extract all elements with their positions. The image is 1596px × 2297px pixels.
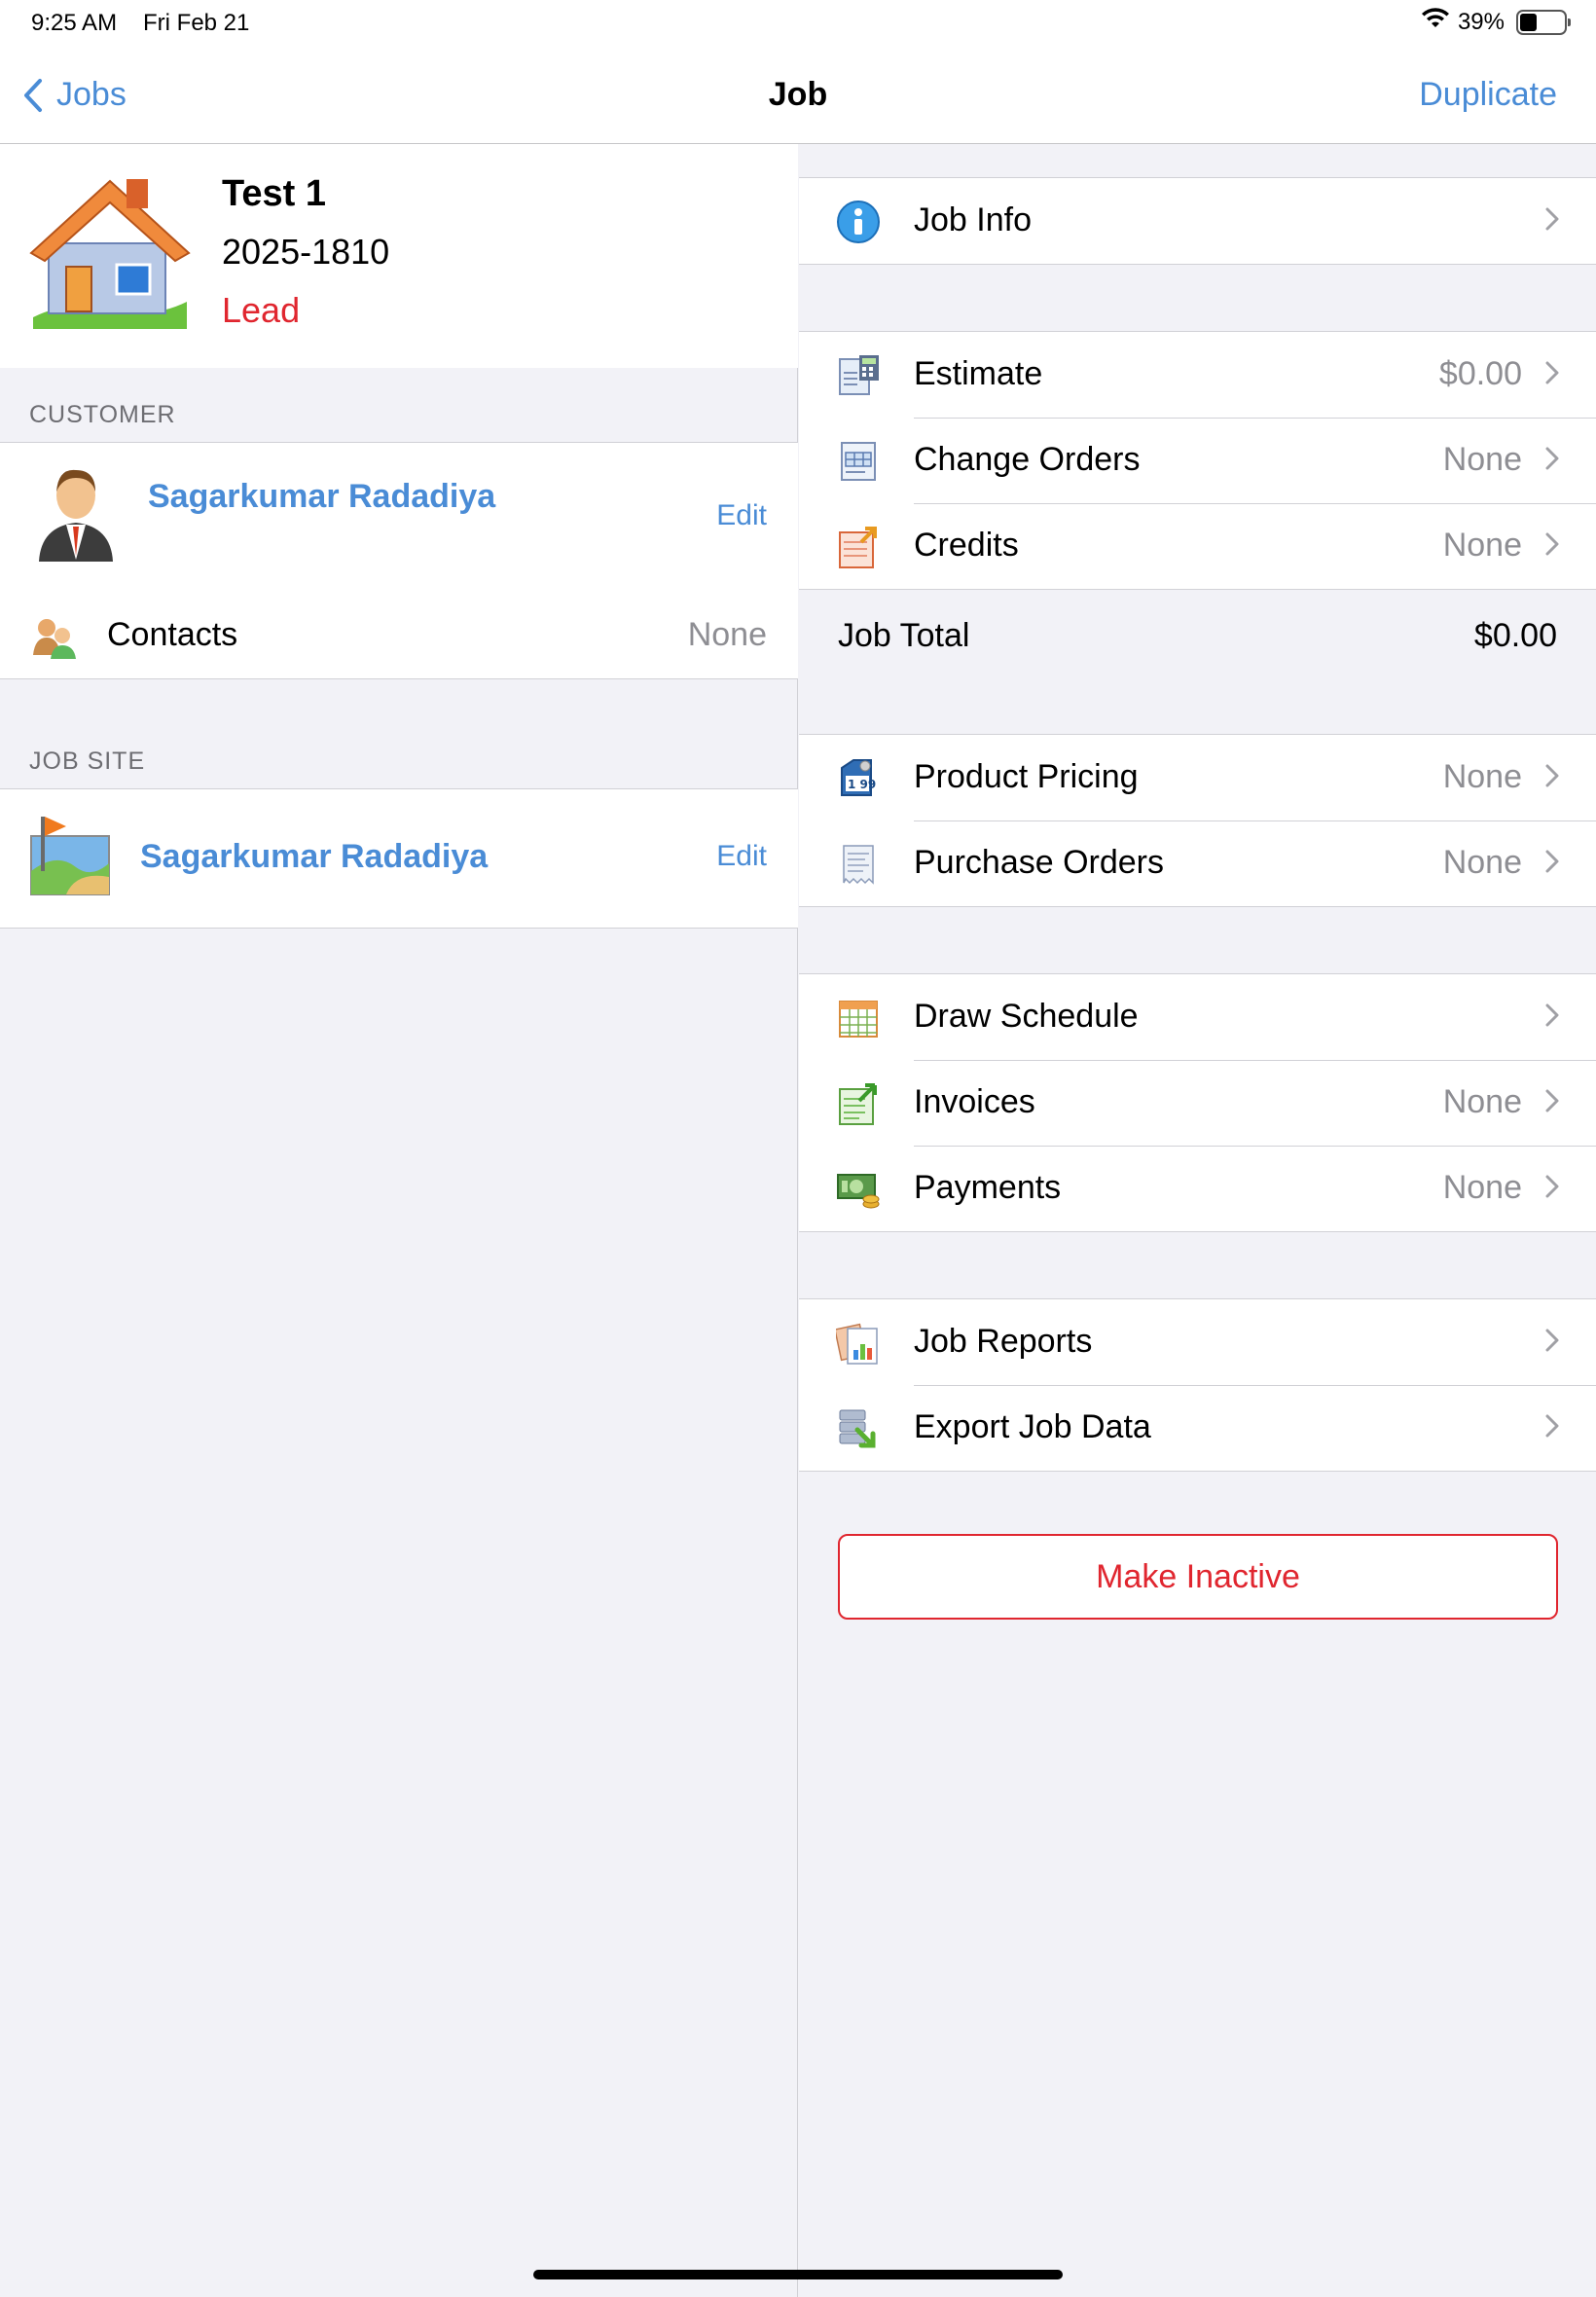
contacts-value: None — [687, 616, 767, 653]
house-icon — [29, 173, 191, 334]
purchase-orders-value: None — [1442, 844, 1522, 881]
customer-edit-button[interactable]: Edit — [716, 499, 767, 532]
chevron-right-icon — [1545, 1003, 1559, 1027]
chevron-right-icon — [1545, 447, 1559, 470]
chevron-right-icon — [1545, 764, 1559, 787]
job-title: Test 1 — [222, 173, 327, 214]
credits-value: None — [1442, 527, 1522, 564]
job-site-group: Sagarkumar Radadiya Edit — [0, 788, 798, 929]
contacts-icon — [31, 614, 78, 664]
status-bar: 9:25 AM Fri Feb 21 39% — [0, 0, 1596, 49]
chevron-right-icon — [1545, 1329, 1559, 1352]
job-site-section-label: JOB SITE — [29, 747, 146, 775]
receipt-icon — [843, 845, 874, 885]
page-title: Job — [768, 76, 828, 113]
invoice-icon — [839, 1083, 877, 1125]
estimate-value: $0.00 — [1438, 355, 1522, 392]
svg-text:1 99: 1 99 — [848, 778, 876, 791]
calculator-icon — [839, 355, 879, 395]
chevron-right-icon — [1545, 361, 1559, 384]
status-time: 9:25 AM — [31, 10, 118, 36]
draw-schedule-label: Draw Schedule — [914, 998, 1139, 1035]
customer-avatar-icon — [35, 464, 117, 566]
estimate-group: Estimate $0.00 Change Orders None Credit… — [799, 331, 1596, 590]
battery-percent: 39% — [1457, 8, 1505, 35]
estimate-row[interactable]: Estimate $0.00 — [799, 332, 1596, 418]
credits-row[interactable]: Credits None — [799, 503, 1596, 589]
job-site-name[interactable]: Sagarkumar Radadiya — [140, 838, 488, 876]
reports-group: Job Reports Export Job Data — [799, 1298, 1596, 1472]
report-icon — [836, 1323, 878, 1365]
customer-name[interactable]: Sagarkumar Radadiya — [148, 478, 495, 516]
change-orders-row[interactable]: Change Orders None — [799, 418, 1596, 503]
customer-section-label: CUSTOMER — [29, 401, 176, 428]
job-status: Lead — [222, 290, 301, 330]
product-pricing-label: Product Pricing — [914, 758, 1139, 795]
right-pane: Job Info Estimate $0.00 Change Orders No… — [799, 144, 1596, 2297]
job-info-row[interactable]: Job Info — [799, 178, 1596, 264]
draw-schedule-row[interactable]: Draw Schedule — [799, 974, 1596, 1060]
chevron-right-icon — [1545, 207, 1559, 231]
change-orders-value: None — [1442, 441, 1522, 478]
job-site-edit-button[interactable]: Edit — [716, 840, 767, 873]
job-total-label: Job Total — [838, 617, 970, 654]
payments-value: None — [1442, 1169, 1522, 1206]
chevron-right-icon — [1545, 1414, 1559, 1438]
invoices-row[interactable]: Invoices None — [799, 1060, 1596, 1146]
job-reports-row[interactable]: Job Reports — [799, 1299, 1596, 1385]
chevron-right-icon — [1545, 1089, 1559, 1112]
credit-note-icon — [839, 527, 877, 568]
price-tag-icon: 1 99 — [841, 759, 876, 796]
invoices-value: None — [1442, 1083, 1522, 1120]
payments-label: Payments — [914, 1169, 1062, 1206]
job-total-value: $0.00 — [1473, 617, 1557, 654]
purchase-orders-row[interactable]: Purchase Orders None — [799, 820, 1596, 906]
purchase-orders-label: Purchase Orders — [914, 844, 1164, 881]
product-pricing-row[interactable]: 1 99 Product Pricing None — [799, 735, 1596, 820]
money-icon — [837, 1174, 880, 1209]
map-flag-icon — [27, 813, 113, 903]
info-icon — [837, 201, 880, 243]
job-info-group: Job Info — [799, 177, 1596, 265]
battery-icon — [1516, 9, 1571, 35]
status-date: Fri Feb 21 — [143, 10, 250, 36]
job-info-label: Job Info — [914, 201, 1032, 238]
chevron-right-icon — [1545, 532, 1559, 556]
product-pricing-value: None — [1442, 758, 1522, 795]
contacts-label: Contacts — [107, 616, 238, 653]
export-icon — [839, 1409, 876, 1448]
make-inactive-button[interactable]: Make Inactive — [838, 1534, 1558, 1620]
billing-group: Draw Schedule Invoices None Payments Non… — [799, 973, 1596, 1232]
status-right: 39% — [1421, 8, 1571, 36]
estimate-label: Estimate — [914, 355, 1043, 392]
wifi-icon — [1421, 8, 1450, 36]
calendar-icon — [839, 1001, 878, 1038]
job-number: 2025-1810 — [222, 232, 390, 272]
credits-label: Credits — [914, 527, 1019, 564]
export-job-data-row[interactable]: Export Job Data — [799, 1385, 1596, 1471]
form-icon — [841, 442, 876, 481]
left-pane: Test 1 2025-1810 Lead CUSTOMER Sagarkuma… — [0, 144, 798, 2297]
navigation-bar: Jobs Job Duplicate — [0, 49, 1596, 144]
change-orders-label: Change Orders — [914, 441, 1141, 478]
job-header: Test 1 2025-1810 Lead — [0, 144, 798, 368]
pricing-group: 1 99 Product Pricing None Purchase Order… — [799, 734, 1596, 907]
customer-group: Sagarkumar Radadiya Edit Contacts None — [0, 442, 798, 679]
invoices-label: Invoices — [914, 1083, 1035, 1120]
chevron-right-icon — [1545, 850, 1559, 873]
job-reports-label: Job Reports — [914, 1323, 1093, 1360]
duplicate-button[interactable]: Duplicate — [1419, 76, 1557, 114]
payments-row[interactable]: Payments None — [799, 1146, 1596, 1231]
job-site-row[interactable]: Sagarkumar Radadiya Edit — [0, 789, 798, 928]
home-indicator — [533, 2270, 1063, 2279]
customer-row[interactable]: Sagarkumar Radadiya Edit — [0, 443, 798, 589]
export-job-data-label: Export Job Data — [914, 1408, 1151, 1445]
contacts-row[interactable]: Contacts None — [0, 589, 798, 678]
job-total-row: Job Total $0.00 — [799, 588, 1596, 685]
chevron-right-icon — [1545, 1175, 1559, 1198]
